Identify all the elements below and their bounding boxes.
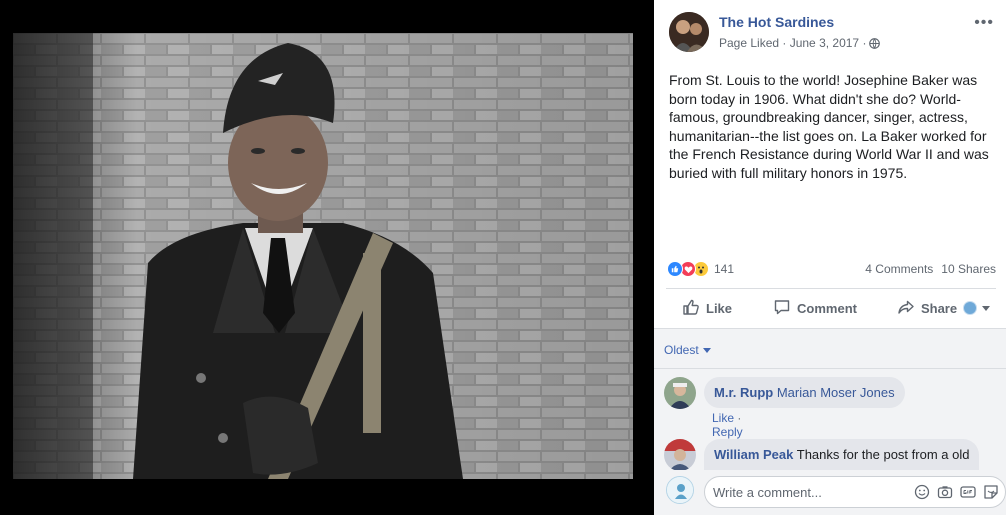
photo-image — [13, 33, 633, 479]
photo-viewer — [0, 0, 654, 515]
reaction-count[interactable]: 141 — [714, 262, 734, 276]
like-button-label: Like — [706, 300, 733, 316]
comment-input[interactable] — [713, 477, 903, 507]
comment-author-link[interactable]: M.r. Rupp — [714, 385, 773, 400]
like-button[interactable]: Like — [682, 298, 732, 319]
comment-sort-label: Oldest — [664, 343, 699, 357]
commenter-avatar[interactable] — [664, 377, 696, 409]
chevron-down-icon — [702, 347, 711, 353]
composer-icons — [914, 484, 999, 500]
comment-icon — [773, 298, 791, 319]
profile-avatar — [963, 301, 977, 315]
react-as-selector[interactable] — [963, 301, 990, 315]
post-text: From St. Louis to the world! Josephine B… — [669, 72, 989, 181]
more-options-icon[interactable]: ••• — [974, 14, 994, 32]
comment-input-wrapper — [704, 476, 1006, 508]
comment-composer — [654, 470, 1006, 515]
commenter-avatar[interactable] — [664, 439, 696, 471]
my-avatar — [666, 476, 694, 504]
comment-button-label: Comment — [797, 300, 857, 316]
comment-author-link[interactable]: William Peak — [714, 447, 793, 462]
share-button-label: Share — [920, 300, 958, 316]
sticker-icon[interactable] — [983, 484, 999, 500]
share-button[interactable]: Share — [897, 298, 957, 319]
comment-like-link[interactable]: Like — [712, 411, 734, 425]
comment-sort-dropdown[interactable]: Oldest — [664, 343, 711, 357]
divider — [654, 368, 1006, 369]
post-photo[interactable] — [13, 33, 633, 479]
comment-mention-link[interactable]: Marian Moser Jones — [777, 385, 895, 400]
shares-count-link[interactable]: 10 Shares — [941, 262, 996, 276]
divider — [666, 288, 996, 289]
post-panel: The Hot Sardines Page Liked · June 3, 20… — [654, 0, 1006, 515]
comment-bubble: M.r. Rupp Marian Moser Jones — [704, 377, 905, 408]
globe-icon — [869, 37, 881, 49]
page-avatar[interactable] — [669, 12, 709, 52]
reaction-icons[interactable] — [667, 261, 709, 277]
comment-button[interactable]: Comment — [773, 298, 857, 319]
comment-text: Thanks for the post from a old — [796, 447, 970, 462]
post-meta-text[interactable]: Page Liked · June 3, 2017 · — [719, 36, 866, 50]
page-name-link[interactable]: The Hot Sardines — [719, 14, 834, 30]
post-actions: Like Comment Share — [666, 290, 996, 326]
share-icon — [897, 298, 915, 319]
chevron-down-icon — [982, 305, 990, 311]
comment-bubble: William Peak Thanks for the post from a … — [704, 439, 980, 470]
post-header: The Hot Sardines Page Liked · June 3, 20… — [669, 12, 996, 54]
comment-reply-link[interactable]: Reply — [712, 425, 743, 439]
camera-icon[interactable] — [937, 484, 953, 500]
comments-section: Oldest M.r. Rupp Marian Moser Jones Like… — [654, 328, 1006, 515]
comments-count-link[interactable]: 4 Comments — [865, 262, 933, 276]
like-icon — [682, 298, 700, 319]
engagement-counts: 4 Comments 10 Shares — [865, 262, 996, 276]
like-reaction-icon — [667, 261, 683, 277]
emoji-icon[interactable] — [914, 484, 930, 500]
page-avatar-image — [669, 12, 709, 52]
post-meta: Page Liked · June 3, 2017 · — [719, 36, 881, 50]
gif-icon[interactable] — [960, 484, 976, 500]
reactions-bar: 141 4 Comments 10 Shares — [667, 259, 996, 279]
